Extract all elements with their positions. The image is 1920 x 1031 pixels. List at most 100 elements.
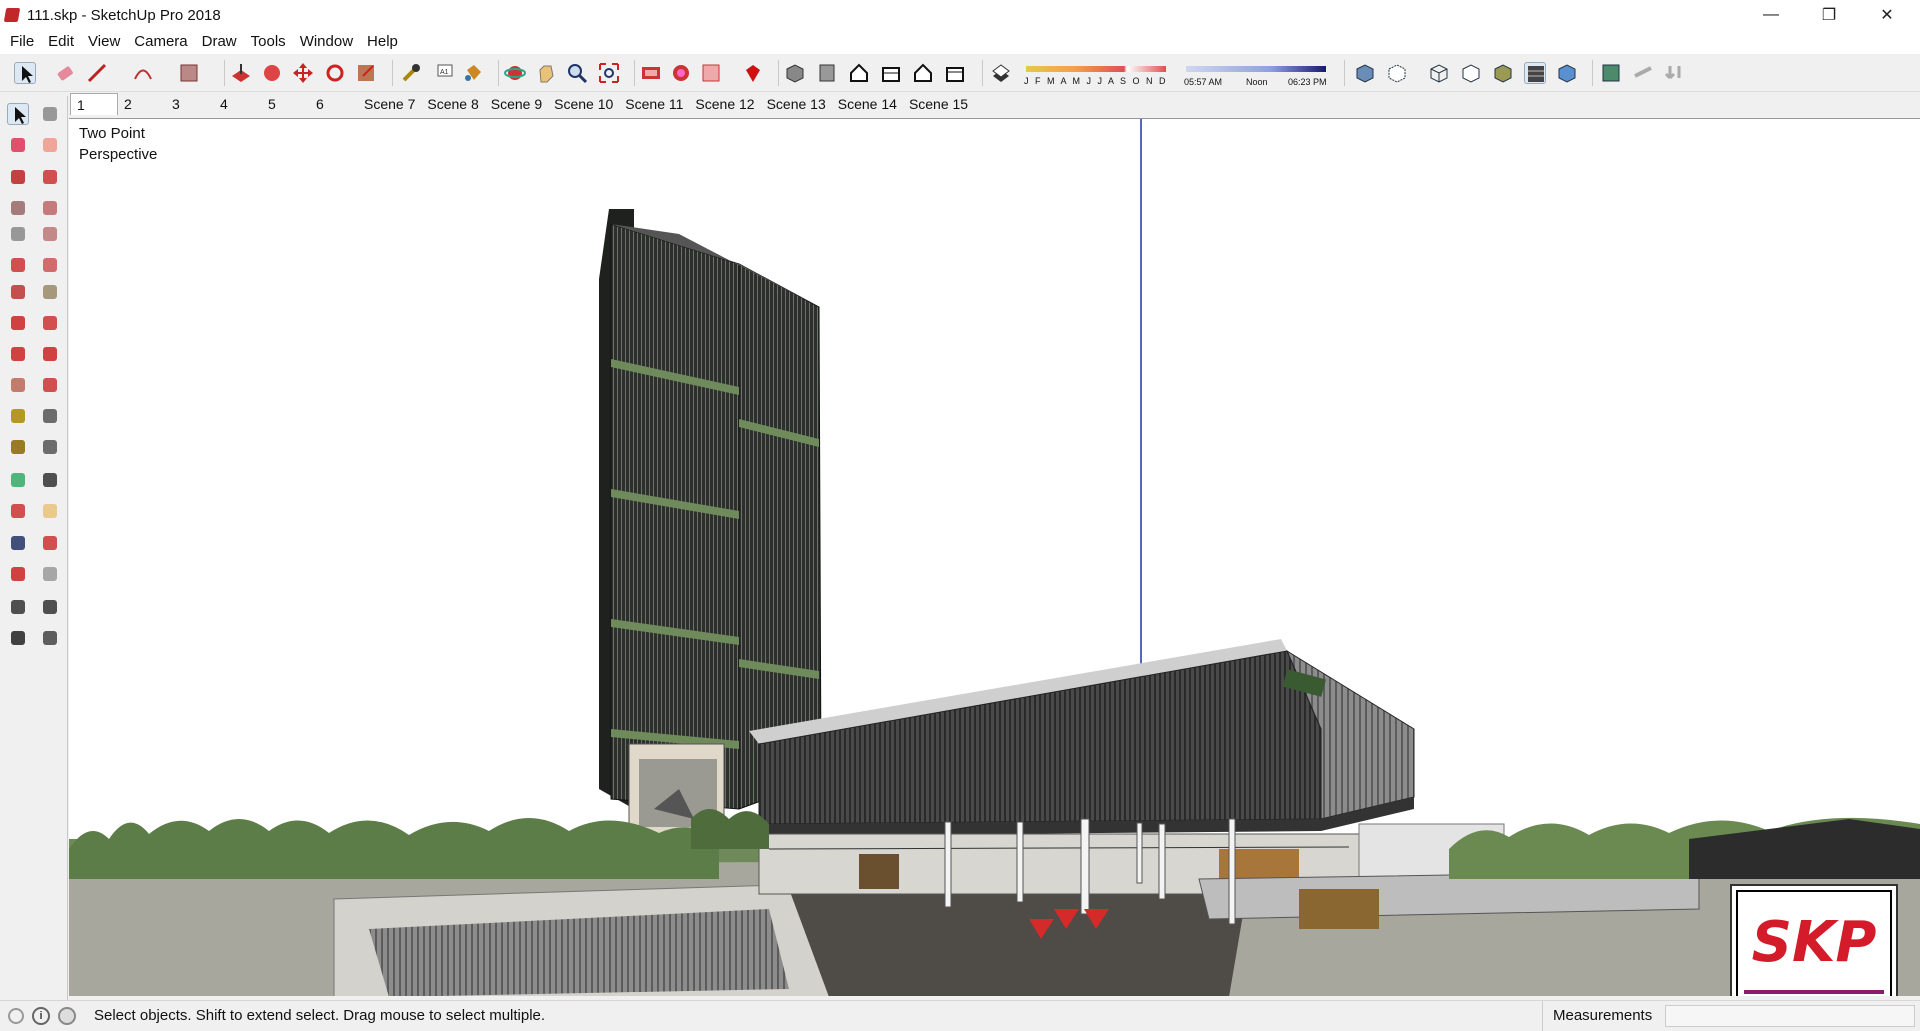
right-view-icon[interactable] — [880, 62, 902, 84]
match-photo-icon[interactable] — [1600, 62, 1622, 84]
move-icon[interactable] — [292, 62, 314, 84]
arc-icon[interactable] — [7, 254, 29, 276]
scene-tab[interactable]: Scene 12 — [689, 93, 760, 115]
protractor-icon[interactable] — [7, 436, 29, 458]
menu-help[interactable]: Help — [360, 30, 405, 54]
scene-tab[interactable]: Scene 13 — [761, 93, 832, 115]
line-icon[interactable] — [86, 62, 108, 84]
back-view-icon[interactable] — [912, 62, 934, 84]
layout-icon[interactable] — [700, 62, 722, 84]
scene-tab[interactable]: 4 — [214, 93, 262, 115]
walk-icon[interactable] — [7, 627, 29, 649]
rotate-icon[interactable] — [324, 62, 346, 84]
zoom-icon[interactable] — [7, 532, 29, 554]
scene-tab[interactable]: 2 — [118, 93, 166, 115]
select-icon[interactable] — [14, 62, 36, 84]
rectangle-icon[interactable] — [7, 197, 29, 219]
iso-view-icon[interactable] — [784, 62, 806, 84]
tape-measure-icon[interactable] — [7, 405, 29, 427]
hidden-line-icon[interactable] — [1460, 62, 1482, 84]
move-icon[interactable] — [7, 312, 29, 334]
scene-tab[interactable]: Scene 8 — [421, 93, 484, 115]
follow-me-icon[interactable] — [261, 62, 283, 84]
push-pull-icon[interactable] — [230, 62, 252, 84]
restore-icon[interactable]: ❐ — [1800, 0, 1858, 30]
rotate-icon[interactable] — [7, 343, 29, 365]
zoom-window-icon[interactable] — [39, 532, 61, 554]
extension-warehouse-icon[interactable] — [670, 62, 692, 84]
scene-tab[interactable]: 6 — [310, 93, 358, 115]
credits-icon[interactable]: i — [32, 1006, 50, 1025]
xray-icon[interactable] — [1354, 62, 1376, 84]
warehouse-icon[interactable] — [640, 62, 662, 84]
scene-tab[interactable]: Scene 14 — [832, 93, 903, 115]
previous-view-icon[interactable] — [39, 563, 61, 585]
scale-icon[interactable] — [355, 62, 377, 84]
scene-tab[interactable]: 1 — [70, 93, 118, 115]
circle-icon[interactable] — [7, 223, 29, 245]
geo-location-icon[interactable] — [8, 1007, 24, 1024]
user-account-icon[interactable] — [58, 1006, 76, 1025]
rectangle-icon[interactable] — [178, 62, 200, 84]
line-icon[interactable] — [7, 166, 29, 188]
offset-icon[interactable] — [39, 374, 61, 396]
menu-draw[interactable]: Draw — [195, 30, 244, 54]
scale-icon[interactable] — [7, 374, 29, 396]
section-cut-icon[interactable] — [1664, 62, 1686, 84]
orbit-icon[interactable] — [504, 62, 526, 84]
section-plane-icon[interactable] — [39, 627, 61, 649]
zoom-icon[interactable] — [566, 62, 588, 84]
shaded-textures-icon[interactable] — [1524, 62, 1546, 84]
left-view-icon[interactable] — [944, 62, 966, 84]
measurements-input[interactable] — [1665, 1005, 1915, 1027]
text-icon[interactable]: A1 — [432, 62, 454, 84]
shadow-toggle-icon[interactable] — [990, 62, 1012, 84]
shadow-time-slider[interactable]: 05:57 AM Noon 06:23 PM — [1184, 62, 1330, 88]
pan-icon[interactable] — [39, 500, 61, 522]
dimension-icon[interactable] — [39, 405, 61, 427]
pan-icon[interactable] — [535, 62, 557, 84]
scene-tab[interactable]: Scene 9 — [485, 93, 548, 115]
menu-window[interactable]: Window — [293, 30, 360, 54]
tape-measure-icon[interactable] — [400, 62, 422, 84]
top-view-icon[interactable] — [816, 62, 838, 84]
paint-bucket-icon[interactable] — [462, 62, 484, 84]
front-view-icon[interactable] — [848, 62, 870, 84]
scene-tab[interactable]: Scene 11 — [619, 93, 689, 115]
pie-icon[interactable] — [39, 281, 61, 303]
scene-tab[interactable]: Scene 10 — [548, 93, 619, 115]
eraser-icon[interactable] — [39, 134, 61, 156]
ruby-icon[interactable] — [742, 62, 764, 84]
text-icon[interactable] — [39, 436, 61, 458]
arc-icon[interactable] — [132, 62, 154, 84]
rotated-rectangle-icon[interactable] — [39, 197, 61, 219]
scene-tab[interactable]: Scene 7 — [358, 93, 421, 115]
scene-tab[interactable]: Scene 15 — [903, 93, 974, 115]
menu-edit[interactable]: Edit — [41, 30, 81, 54]
three-point-arc-icon[interactable] — [7, 281, 29, 303]
select-icon[interactable] — [7, 103, 29, 125]
two-point-arc-icon[interactable] — [39, 254, 61, 276]
menu-camera[interactable]: Camera — [127, 30, 194, 54]
wireframe-icon[interactable] — [1428, 62, 1450, 84]
scene-tab[interactable]: 3 — [166, 93, 214, 115]
freehand-icon[interactable] — [39, 166, 61, 188]
shaded-icon[interactable] — [1492, 62, 1514, 84]
position-camera-icon[interactable] — [7, 596, 29, 618]
zoom-extents-icon[interactable] — [7, 563, 29, 585]
scene-tab[interactable]: 5 — [262, 93, 310, 115]
model-viewport[interactable]: Two Point Perspective SKP — [69, 118, 1920, 996]
orbit-icon[interactable] — [7, 500, 29, 522]
close-icon[interactable]: ✕ — [1858, 0, 1916, 30]
monochrome-icon[interactable] — [1556, 62, 1578, 84]
menu-file[interactable]: File — [3, 30, 41, 54]
polygon-icon[interactable] — [39, 223, 61, 245]
follow-me-icon[interactable] — [39, 343, 61, 365]
shadow-date-slider[interactable]: J F M A M J J A S O N D — [1024, 62, 1170, 88]
3d-text-icon[interactable] — [39, 469, 61, 491]
menu-view[interactable]: View — [81, 30, 127, 54]
eraser-icon[interactable] — [54, 62, 76, 84]
minimize-icon[interactable]: — — [1742, 0, 1800, 30]
back-edges-icon[interactable] — [1386, 62, 1408, 84]
paint-bucket-icon[interactable] — [7, 134, 29, 156]
